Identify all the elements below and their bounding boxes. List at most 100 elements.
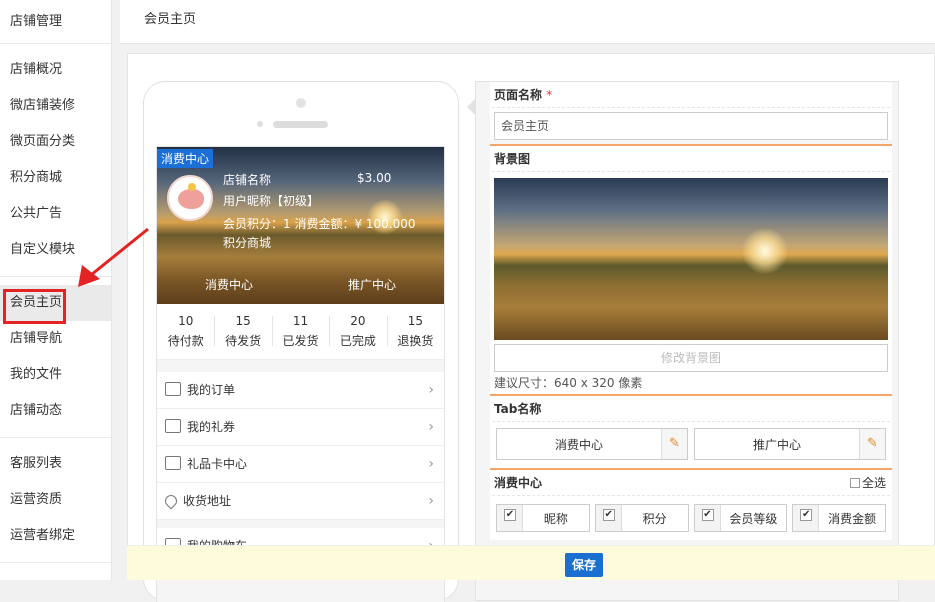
chevron-right-icon: ›	[428, 419, 434, 435]
change-background-button[interactable]: 修改背景图	[494, 344, 888, 372]
points-mall-link[interactable]: 积分商城	[223, 234, 271, 251]
tab-name-editors: 消费中心 ✎ 推广中心 ✎	[492, 422, 890, 468]
sidebar-item-page-category[interactable]: 微页面分类	[0, 124, 111, 160]
panel-pointer	[467, 99, 475, 115]
tab-name-label: 推广中心	[752, 437, 801, 452]
location-pin-icon	[162, 492, 180, 510]
sidebar-item-operator-bind[interactable]: 运营者绑定	[0, 518, 111, 554]
required-mark: *	[546, 88, 553, 102]
field-label: 积分	[642, 511, 667, 526]
highlight-box	[3, 289, 66, 324]
phone-screen: 消费中心 店铺名称 $3.00 用户昵称【初级】 会员积分：1 消费金额：¥ 1…	[156, 146, 445, 602]
field-points[interactable]: 积分	[594, 504, 689, 532]
balance: $3.00	[357, 171, 392, 185]
sidebar-group-3: 客服列表 运营资质 运营者绑定	[0, 438, 111, 563]
order-status-to-ship[interactable]: 15 待发货	[214, 304, 271, 359]
save-button[interactable]: 保存	[565, 553, 603, 577]
sidebar-item-qualification[interactable]: 运营资质	[0, 482, 111, 518]
order-status-unpaid[interactable]: 10 待付款	[157, 304, 214, 359]
consume-center-badge: 消费中心	[157, 149, 214, 168]
red-arrow-icon	[78, 227, 149, 287]
consume-center-heading: 消费中心 全选	[492, 470, 890, 496]
checkbox-checked-icon[interactable]	[694, 505, 721, 531]
order-label: 已完成	[339, 334, 376, 348]
member-menu: 我的订单› 我的礼券› 礼品卡中心› 收货地址› 我的购物车›	[157, 372, 444, 565]
menu-gift-card[interactable]: 礼品卡中心 ›	[157, 446, 444, 483]
page-name-section: 页面名称 * 会员主页	[490, 82, 892, 140]
field-member-level[interactable]: 会员等级	[693, 504, 788, 532]
background-section: 背景图 修改背景图 建议尺寸：640 x 320 像素	[490, 146, 892, 394]
order-count: 11	[292, 314, 309, 328]
store-name: 店铺名称	[223, 173, 272, 187]
chevron-right-icon: ›	[428, 456, 434, 472]
order-status-bar: 10 待付款 15 待发货 11 已发货 20 已完成 15 退换货	[157, 304, 444, 360]
checkbox-checked-icon[interactable]	[497, 505, 523, 531]
phone-camera	[296, 98, 306, 108]
sidebar-item-service-list[interactable]: 客服列表	[0, 446, 111, 482]
member-header[interactable]: 消费中心 店铺名称 $3.00 用户昵称【初级】 会员积分：1 消费金额：¥ 1…	[157, 147, 444, 304]
order-label: 待发货	[225, 334, 262, 348]
checkbox-icon	[849, 478, 860, 488]
consume-center-label: 消费中心	[494, 476, 543, 490]
tab-name-promotion[interactable]: 推广中心 ✎	[694, 428, 886, 460]
tab-consume-center[interactable]: 消费中心	[205, 276, 253, 293]
order-label: 退换货	[397, 334, 434, 348]
edit-pencil-icon[interactable]: ✎	[661, 429, 687, 459]
select-all-checkbox[interactable]: 全选	[849, 470, 886, 496]
order-list-icon	[165, 382, 181, 396]
menu-address[interactable]: 收货地址 ›	[157, 483, 444, 520]
sidebar-item-points-mall[interactable]: 积分商城	[0, 160, 111, 196]
order-status-shipped[interactable]: 11 已发货	[271, 304, 329, 359]
order-count: 20	[350, 314, 366, 328]
settings-panel: 页面名称 * 会员主页 背景图 修改背景图 建议尺寸：640 x 320 像素 …	[475, 81, 899, 601]
phone-sensor	[257, 121, 263, 127]
field-spend-amount[interactable]: 消费金额	[792, 504, 886, 532]
order-status-completed[interactable]: 20 已完成	[329, 304, 386, 359]
field-label: 昵称	[543, 511, 568, 526]
checkbox-checked-icon[interactable]	[793, 505, 820, 531]
size-hint: 建议尺寸：640 x 320 像素	[494, 376, 643, 390]
menu-my-coupons[interactable]: 我的礼券 ›	[157, 409, 444, 446]
chevron-right-icon: ›	[428, 493, 434, 509]
order-label: 待付款	[167, 334, 204, 348]
sidebar-item-overview[interactable]: 店铺概况	[0, 52, 111, 88]
consume-center-section: 消费中心 全选 昵称 积分 会员等级 消费金额	[490, 470, 892, 540]
avatar	[167, 175, 213, 221]
field-nickname[interactable]: 昵称	[496, 504, 590, 532]
order-status-returns[interactable]: 15 退换货	[386, 304, 444, 359]
order-label: 已发货	[282, 334, 319, 348]
edit-pencil-icon[interactable]: ✎	[859, 429, 885, 459]
sidebar-title: 店铺管理	[0, 0, 111, 44]
menu-label: 礼品卡中心	[187, 457, 248, 471]
page-title: 会员主页	[120, 0, 935, 44]
menu-label: 我的订单	[187, 383, 236, 397]
tab-promotion-center[interactable]: 推广中心	[348, 276, 396, 293]
sun-glow	[742, 228, 788, 274]
member-stats: 会员积分：1 消费金额：¥ 100.000	[223, 217, 416, 231]
order-count: 15	[407, 314, 423, 328]
tab-name-heading: Tab名称	[492, 396, 890, 422]
tab-name-label: 消费中心	[554, 437, 603, 452]
menu-my-orders[interactable]: 我的订单 ›	[157, 372, 444, 409]
display-fields: 昵称 积分 会员等级 消费金额	[492, 496, 890, 540]
sidebar-item-store-news[interactable]: 店铺动态	[0, 393, 111, 429]
sidebar-item-my-files[interactable]: 我的文件	[0, 357, 111, 393]
phone-speaker	[273, 121, 328, 128]
menu-label: 我的礼券	[187, 420, 236, 434]
menu-label: 收货地址	[183, 494, 232, 508]
page-name-input[interactable]: 会员主页	[494, 112, 888, 140]
page-name-heading: 页面名称 *	[492, 82, 890, 108]
chevron-right-icon: ›	[428, 382, 434, 398]
order-count: 15	[235, 314, 251, 328]
checkbox-checked-icon[interactable]	[595, 505, 622, 531]
order-count: 10	[178, 314, 194, 328]
tab-name-consume[interactable]: 消费中心 ✎	[496, 428, 688, 460]
sidebar-item-decoration[interactable]: 微店铺装修	[0, 88, 111, 124]
sidebar-item-store-nav[interactable]: 店铺导航	[0, 321, 111, 357]
menu-divider	[157, 520, 444, 528]
user-nickname: 用户昵称【初级】	[223, 194, 320, 208]
gift-icon	[165, 456, 181, 470]
select-all-label: 全选	[861, 476, 886, 490]
background-image	[494, 178, 888, 340]
background-heading: 背景图	[492, 146, 890, 172]
